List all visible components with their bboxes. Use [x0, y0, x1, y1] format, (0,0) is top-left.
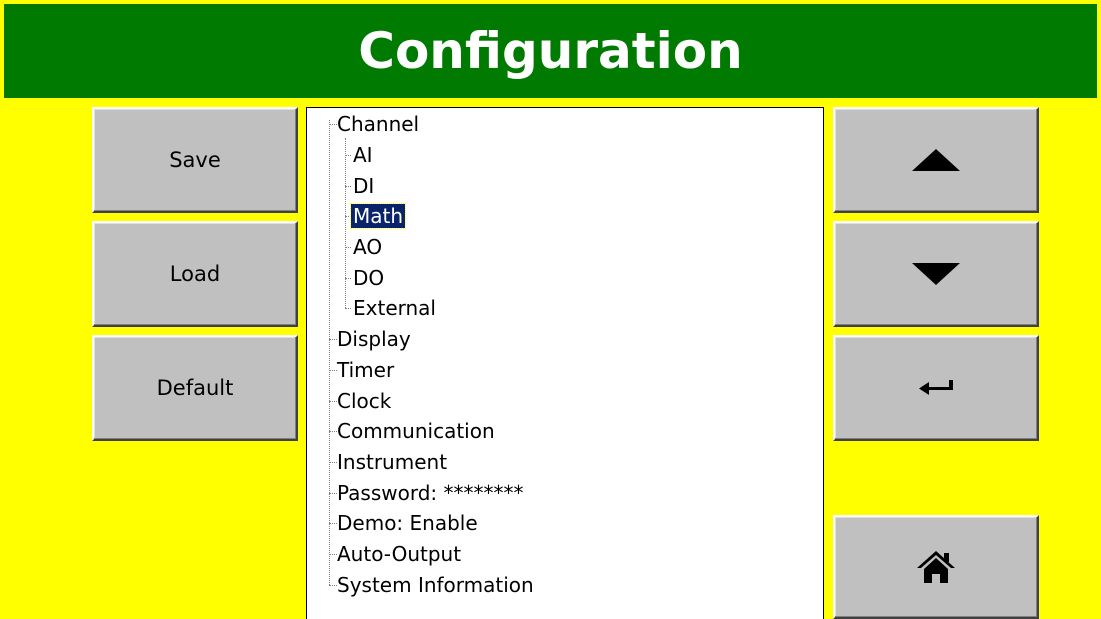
save-button[interactable]: Save	[92, 107, 298, 213]
tree-item-ao[interactable]: AO	[351, 233, 384, 261]
tree-item-math[interactable]: Math	[349, 202, 407, 230]
tree-item-label: Channel	[337, 112, 420, 136]
title-bar: Configuration	[4, 4, 1097, 98]
default-button-label: Default	[156, 376, 234, 400]
down-arrow-icon	[912, 263, 960, 285]
down-button[interactable]	[833, 221, 1039, 327]
tree-item-label: Display	[337, 327, 411, 351]
tree-item-communication[interactable]: Communication	[335, 417, 497, 445]
load-button-label: Load	[169, 262, 221, 286]
tree-item-label: Timer	[337, 358, 395, 382]
tree-item-label: System Information	[337, 573, 534, 597]
tree-item-label: AO	[353, 235, 383, 259]
tree-root-line	[329, 120, 330, 585]
enter-return-icon	[919, 380, 953, 395]
tree-item-channel[interactable]: Channel	[335, 110, 421, 138]
tree-item-label: Clock	[337, 389, 392, 413]
tree-item-label: Communication	[337, 419, 495, 443]
tree-item-clock[interactable]: Clock	[335, 387, 393, 415]
tree-item-system-information[interactable]: System Information	[335, 571, 536, 599]
up-button[interactable]	[833, 107, 1039, 213]
tree-item-label: AI	[353, 143, 373, 167]
tree-item-label: DO	[353, 266, 385, 290]
load-button[interactable]: Load	[92, 221, 298, 327]
tree-item-label: Auto-Output	[337, 542, 462, 566]
tree-item-label: Instrument	[337, 450, 448, 474]
home-button[interactable]	[833, 515, 1039, 619]
tree-item-do[interactable]: DO	[351, 264, 386, 292]
up-arrow-icon	[912, 149, 960, 171]
tree-item-label: Demo: Enable	[337, 511, 478, 535]
tree-channel-line	[345, 138, 346, 308]
tree-item-label: External	[353, 296, 436, 320]
tree-item-di[interactable]: DI	[351, 172, 376, 200]
tree-item-auto-output[interactable]: Auto-Output	[335, 540, 463, 568]
page-title: Configuration	[358, 22, 743, 80]
save-button-label: Save	[169, 148, 221, 172]
tree-item-instrument[interactable]: Instrument	[335, 448, 449, 476]
default-button[interactable]: Default	[92, 335, 298, 441]
tree-item-label: Password: ********	[337, 481, 524, 505]
config-tree[interactable]: Channel AI DI Math AO DO External Displa…	[306, 107, 824, 619]
tree-item-ai[interactable]: AI	[351, 141, 375, 169]
tree-item-timer[interactable]: Timer	[335, 356, 396, 384]
tree-item-demo[interactable]: Demo: Enable	[335, 509, 480, 537]
tree-item-external[interactable]: External	[351, 294, 438, 322]
tree-item-label: DI	[353, 174, 375, 198]
tree-item-password[interactable]: Password: ********	[335, 479, 526, 507]
tree-item-display[interactable]: Display	[335, 325, 413, 353]
enter-button[interactable]	[833, 335, 1039, 441]
home-icon	[917, 551, 955, 583]
tree-item-label: Math	[349, 203, 407, 229]
